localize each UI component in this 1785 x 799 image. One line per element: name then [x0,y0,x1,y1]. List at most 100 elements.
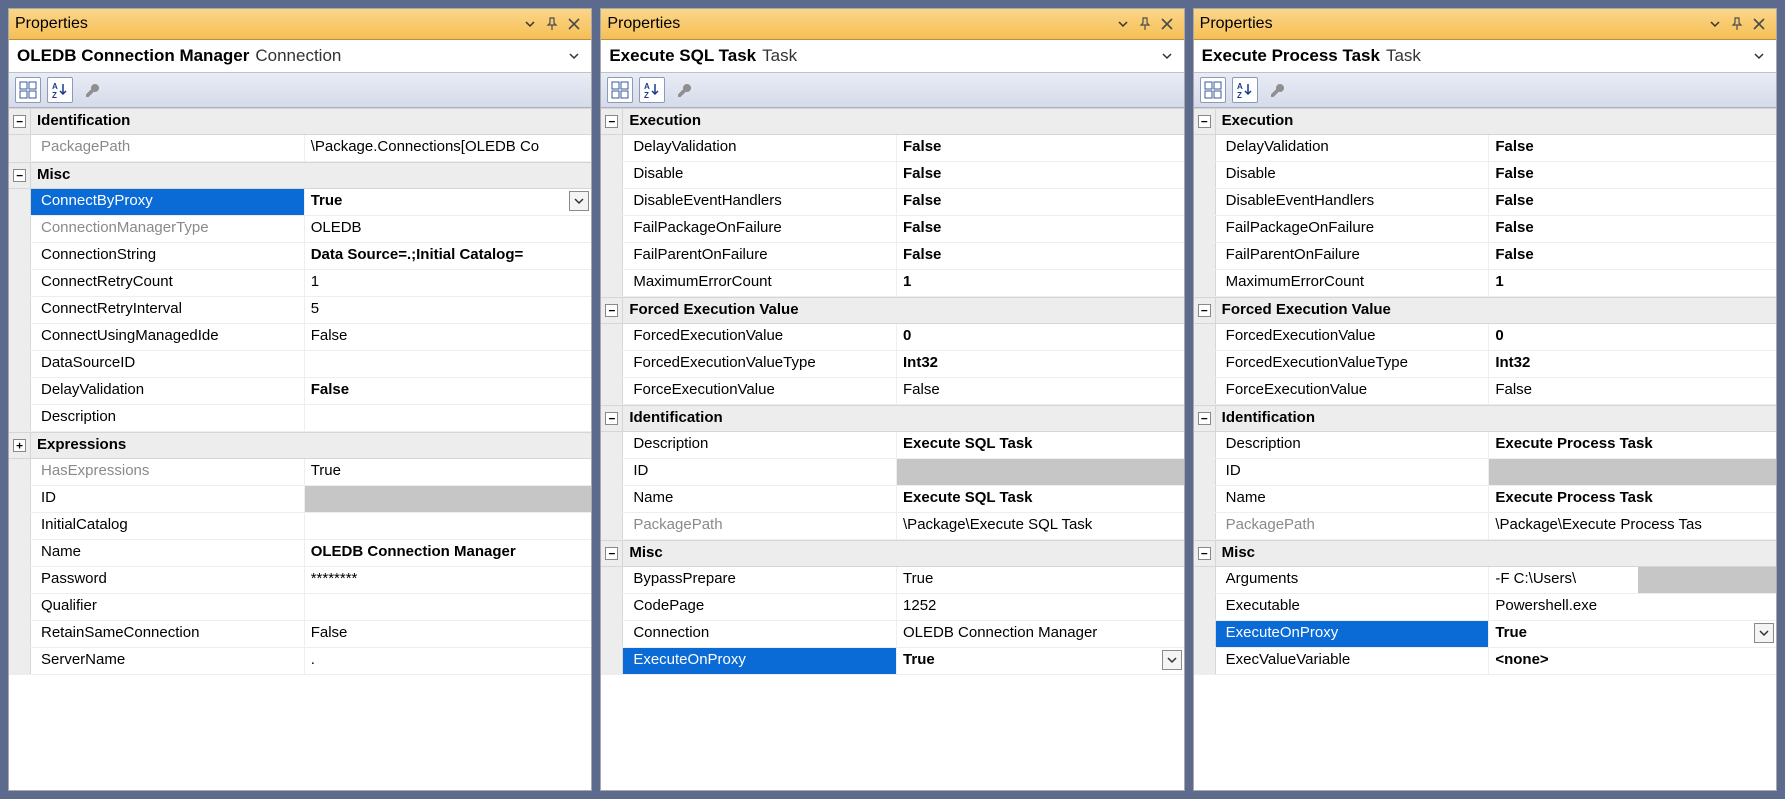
expander-icon[interactable]: − [13,115,26,128]
property-row[interactable]: MaximumErrorCount1 [601,270,1183,297]
property-row[interactable]: DisableFalse [601,162,1183,189]
property-row[interactable]: DescriptionExecute Process Task [1194,432,1776,459]
property-value[interactable]: False [897,378,1184,404]
property-value[interactable]: 0 [1489,324,1776,350]
value-dropdown-icon[interactable] [569,191,589,211]
property-value[interactable]: Int32 [897,351,1184,377]
property-row[interactable]: DelayValidationFalse [1194,135,1776,162]
property-grid[interactable]: −ExecutionDelayValidationFalseDisableFal… [601,108,1183,790]
alphabetical-icon[interactable]: AZ [639,77,665,103]
property-grid[interactable]: −ExecutionDelayValidationFalseDisableFal… [1194,108,1776,790]
category-row[interactable]: −Misc [1194,540,1776,567]
property-row[interactable]: BypassPrepareTrue [601,567,1183,594]
categorized-icon[interactable] [607,77,633,103]
property-row[interactable]: NameOLEDB Connection Manager [9,540,591,567]
property-value[interactable]: False [897,189,1184,215]
chevron-down-icon[interactable] [565,47,583,65]
property-value[interactable]: 1 [897,270,1184,296]
property-value[interactable]: False [305,324,592,350]
property-value[interactable]: False [1489,135,1776,161]
category-row[interactable]: −Execution [1194,108,1776,135]
property-value[interactable]: Data Source=.;Initial Catalog= [305,243,592,269]
property-row[interactable]: CodePage1252 [601,594,1183,621]
property-row[interactable]: ConnectUsingManagedIdeFalse [9,324,591,351]
property-row[interactable]: ID [1194,459,1776,486]
property-row[interactable]: FailParentOnFailureFalse [1194,243,1776,270]
property-value[interactable]: ******** [305,567,592,593]
property-row[interactable]: ExecuteOnProxyTrue [601,648,1183,675]
dropdown-icon[interactable] [1704,13,1726,35]
pin-icon[interactable] [1726,13,1748,35]
property-row[interactable]: ConnectRetryCount1 [9,270,591,297]
property-row[interactable]: DescriptionExecute SQL Task [601,432,1183,459]
chevron-down-icon[interactable] [1158,47,1176,65]
property-row[interactable]: ForcedExecutionValue0 [1194,324,1776,351]
property-value[interactable]: Int32 [1489,351,1776,377]
expander-icon[interactable]: − [605,547,618,560]
property-row[interactable]: ForceExecutionValueFalse [1194,378,1776,405]
pin-icon[interactable] [1134,13,1156,35]
property-value[interactable]: Powershell.exe [1489,594,1776,620]
property-row[interactable]: ConnectRetryInterval5 [9,297,591,324]
close-icon[interactable] [1156,13,1178,35]
property-row[interactable]: ServerName. [9,648,591,675]
property-row[interactable]: PackagePath\Package\Execute Process Tas [1194,513,1776,540]
property-row[interactable]: ForcedExecutionValueTypeInt32 [601,351,1183,378]
category-row[interactable]: −Misc [601,540,1183,567]
property-value[interactable]: 1252 [897,594,1184,620]
expander-icon[interactable]: − [1198,304,1211,317]
property-value[interactable]: -F C:\Users\ [1489,567,1776,593]
property-row[interactable]: HasExpressionsTrue [9,459,591,486]
property-row[interactable]: DataSourceID [9,351,591,378]
alphabetical-icon[interactable]: AZ [1232,77,1258,103]
property-row[interactable]: ConnectionOLEDB Connection Manager [601,621,1183,648]
pin-icon[interactable] [541,13,563,35]
property-value[interactable]: False [305,621,592,647]
property-value[interactable] [1489,459,1776,485]
property-row[interactable]: DisableEventHandlersFalse [601,189,1183,216]
property-row[interactable]: ID [601,459,1183,486]
property-row[interactable]: ExecValueVariable<none> [1194,648,1776,675]
categorized-icon[interactable] [15,77,41,103]
expander-icon[interactable]: − [1198,115,1211,128]
expander-icon[interactable]: + [13,439,26,452]
property-value[interactable]: True [305,189,592,215]
property-value[interactable]: True [1489,621,1776,647]
property-row[interactable]: FailParentOnFailureFalse [601,243,1183,270]
property-row[interactable]: NameExecute SQL Task [601,486,1183,513]
property-value[interactable]: . [305,648,592,674]
category-row[interactable]: −Misc [9,162,591,189]
property-row[interactable]: ConnectionManagerTypeOLEDB [9,216,591,243]
property-row[interactable]: Arguments-F C:\Users\ [1194,567,1776,594]
property-row[interactable]: ForcedExecutionValueTypeInt32 [1194,351,1776,378]
property-row[interactable]: Description [9,405,591,432]
property-row[interactable]: ForcedExecutionValue0 [601,324,1183,351]
property-pages-icon[interactable] [1264,77,1290,103]
property-row[interactable]: FailPackageOnFailureFalse [601,216,1183,243]
expander-icon[interactable]: − [605,412,618,425]
property-value[interactable]: False [1489,189,1776,215]
property-value[interactable]: Execute Process Task [1489,486,1776,512]
property-value[interactable]: 1 [1489,270,1776,296]
property-row[interactable]: ConnectByProxyTrue [9,189,591,216]
property-row[interactable]: PackagePath\Package\Execute SQL Task [601,513,1183,540]
property-row[interactable]: RetainSameConnectionFalse [9,621,591,648]
categorized-icon[interactable] [1200,77,1226,103]
property-row[interactable]: FailPackageOnFailureFalse [1194,216,1776,243]
value-dropdown-icon[interactable] [1754,623,1774,643]
expander-icon[interactable]: − [1198,412,1211,425]
category-row[interactable]: +Expressions [9,432,591,459]
property-value[interactable]: False [1489,243,1776,269]
property-value[interactable]: OLEDB Connection Manager [897,621,1184,647]
property-value[interactable]: True [897,567,1184,593]
dropdown-icon[interactable] [519,13,541,35]
property-value[interactable]: <none> [1489,648,1776,674]
property-row[interactable]: ConnectionStringData Source=.;Initial Ca… [9,243,591,270]
property-grid[interactable]: −IdentificationPackagePath\Package.Conne… [9,108,591,790]
property-row[interactable]: Password******** [9,567,591,594]
property-row[interactable]: ForceExecutionValueFalse [601,378,1183,405]
property-row[interactable]: InitialCatalog [9,513,591,540]
property-value[interactable]: False [305,378,592,404]
property-row[interactable]: DelayValidationFalse [9,378,591,405]
category-row[interactable]: −Identification [9,108,591,135]
